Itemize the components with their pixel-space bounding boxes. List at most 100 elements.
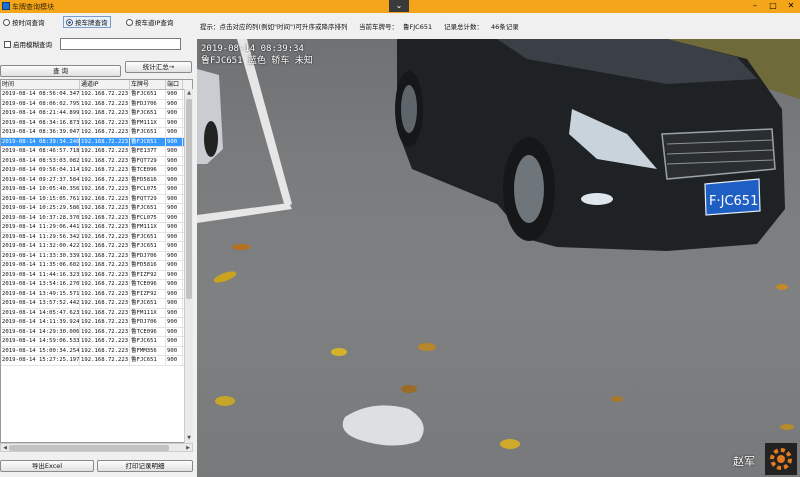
cell-plate: 鲁FDJ706	[130, 251, 166, 260]
cell-ip: 192.168.72.223	[81, 185, 130, 194]
table-vertical-scrollbar[interactable]: ▲ ▼	[184, 89, 193, 443]
cell-time: 2019-08-14 15:27:25.197	[2, 356, 80, 365]
cell-time: 2019-08-14 09:56:04.114	[2, 166, 80, 175]
scroll-right-icon[interactable]: ▶	[184, 444, 192, 452]
cell-port: 900	[166, 327, 183, 336]
table-row[interactable]: 2019-08-14 10:15:05.761 192.168.72.223 鲁FQ…	[1, 194, 192, 204]
table-row[interactable]: 2019-08-14 08:06:02.795 192.168.72.223 鲁FD…	[1, 99, 192, 109]
scroll-down-icon[interactable]: ▼	[185, 434, 193, 443]
table-row[interactable]: 2019-08-14 10:05:40.356 192.168.72.223 鲁FC…	[1, 185, 192, 195]
table-horizontal-scrollbar[interactable]: ◀ ▶	[0, 443, 193, 452]
table-row[interactable]: 2019-08-14 11:35:06.602 192.168.72.223 鲁FD…	[1, 261, 192, 271]
col-header-plate[interactable]: 车牌号	[130, 80, 166, 89]
cell-ip: 192.168.72.223	[81, 318, 130, 327]
table-row[interactable]: 2019-08-14 11:29:56.342 192.168.72.223 鲁FJ…	[1, 232, 192, 242]
cell-ip: 192.168.72.223	[81, 270, 130, 279]
table-row[interactable]: 2019-08-14 08:39:34.240 192.168.72.223 鲁FJ…	[1, 137, 192, 147]
table-row[interactable]: 2019-08-14 11:33:30.339 192.168.72.223 鲁FD…	[1, 251, 192, 261]
table-row[interactable]: 2019-08-14 08:36:39.047 192.168.72.223 鲁FJ…	[1, 128, 192, 138]
table-row[interactable]: 2019-08-14 14:29:30.006 192.168.72.223 鲁TC…	[1, 327, 192, 337]
table-row[interactable]: 2019-08-14 15:00:34.254 192.168.72.223 鲁FM…	[1, 346, 192, 356]
table-row[interactable]: 2019-08-14 10:37:28.370 192.168.72.223 鲁FC…	[1, 213, 192, 223]
radio-label: 按车道IP查询	[135, 19, 174, 27]
cell-plate: 鲁FDJ706	[130, 318, 166, 327]
info-bar: 提示：点击对应的列(例如"时间")可升序或降序排列 当前车牌号： 鲁FJC651…	[197, 13, 800, 39]
maximize-icon[interactable]: □	[764, 0, 782, 12]
cell-port: 900	[166, 118, 183, 127]
cell-ip: 192.168.72.223	[81, 175, 130, 184]
cell-ip: 192.168.72.223	[81, 232, 130, 241]
table-row[interactable]: 2019-08-14 09:27:37.584 192.168.72.223 鲁FD…	[1, 175, 192, 185]
cell-port: 900	[166, 299, 183, 308]
table-row[interactable]: 2019-08-14 14:05:47.623 192.168.72.223 鲁FM…	[1, 308, 192, 318]
scrollbar-thumb[interactable]	[9, 445, 169, 451]
leaf	[418, 343, 436, 351]
cell-time: 2019-08-14 08:34:16.873	[2, 118, 80, 127]
col-header-port[interactable]: 端口	[166, 80, 183, 89]
print-records-button[interactable]: 打印记录明细	[97, 460, 193, 472]
table-row[interactable]: 2019-08-14 14:11:39.924 192.168.72.223 鲁FD…	[1, 318, 192, 328]
chevron-down-icon[interactable]: ⌄	[389, 0, 409, 12]
cell-time: 2019-08-14 13:49:15.571	[2, 289, 80, 298]
close-icon[interactable]: ✕	[782, 0, 800, 12]
cell-port: 900	[166, 251, 183, 260]
table-row[interactable]: 2019-08-14 11:29:06.441 192.168.72.223 鲁FM…	[1, 223, 192, 233]
table-row[interactable]: 2019-08-14 09:56:04.114 192.168.72.223 鲁TC…	[1, 166, 192, 176]
minimize-icon[interactable]: –	[746, 0, 764, 12]
cell-ip: 192.168.72.223	[81, 327, 130, 336]
cell-plate: 鲁FIZF92	[130, 289, 166, 298]
cell-plate: 鲁FIZF92	[130, 270, 166, 279]
cell-time: 2019-08-14 10:15:05.761	[2, 194, 80, 203]
table-row[interactable]: 2019-08-14 08:34:16.873 192.168.72.223 鲁FM…	[1, 118, 192, 128]
table-row[interactable]: 2019-08-14 08:53:03.082 192.168.72.223 鲁FQ…	[1, 156, 192, 166]
radio-query-by-time[interactable]: 按时间查询	[1, 16, 47, 28]
table-row[interactable]: 2019-08-14 11:44:16.323 192.168.72.223 鲁FI…	[1, 270, 192, 280]
table-row[interactable]: 2019-08-14 10:25:29.586 192.168.72.223 鲁FJ…	[1, 204, 192, 214]
cell-port: 900	[166, 242, 183, 251]
col-header-time[interactable]: 时间	[1, 80, 80, 89]
query-button[interactable]: 查 询	[0, 65, 121, 77]
cell-time: 2019-08-14 08:21:44.899	[2, 109, 80, 118]
col-header-ip[interactable]: 通道IP	[80, 80, 130, 89]
scrollbar-thumb[interactable]	[186, 99, 192, 299]
radio-query-by-ip[interactable]: 按车道IP查询	[124, 16, 175, 28]
scroll-left-icon[interactable]: ◀	[1, 444, 9, 452]
cell-plate: 鲁FD5816	[130, 175, 166, 184]
table-row[interactable]: 2019-08-14 13:57:52.442 192.168.72.223 鲁FJ…	[1, 299, 192, 309]
radio-query-by-plate[interactable]: 按车牌查询	[63, 16, 111, 28]
cell-plate: 鲁TCE096	[130, 166, 166, 175]
leaf	[780, 424, 794, 430]
cell-time: 2019-08-14 14:29:30.006	[2, 327, 80, 336]
cell-ip: 192.168.72.223	[81, 280, 130, 289]
cell-plate: 鲁FD5816	[130, 261, 166, 270]
scroll-up-icon[interactable]: ▲	[185, 89, 193, 98]
stats-summary-button[interactable]: 统计汇总→	[125, 61, 192, 73]
cell-time: 2019-08-14 08:06:02.795	[2, 99, 80, 108]
cell-ip: 192.168.72.223	[81, 337, 130, 346]
table-row[interactable]: 2019-08-14 08:56:04.347 192.168.72.223 鲁FJ…	[1, 90, 192, 100]
table-row[interactable]: 2019-08-14 15:27:25.197 192.168.72.223 鲁FJ…	[1, 356, 192, 366]
cell-plate: 鲁FJC651	[130, 137, 166, 146]
cell-port: 900	[166, 90, 183, 99]
cell-time: 2019-08-14 08:53:03.082	[2, 156, 80, 165]
table-row[interactable]: 2019-08-14 13:54:16.270 192.168.72.223 鲁TC…	[1, 280, 192, 290]
table-row[interactable]: 2019-08-14 11:32:00.422 192.168.72.223 鲁FJ…	[1, 242, 192, 252]
table-row[interactable]: 2019-08-14 08:46:57.718 192.168.72.223 鲁FE…	[1, 147, 192, 157]
table-row[interactable]: 2019-08-14 08:21:44.899 192.168.72.223 鲁FJ…	[1, 109, 192, 119]
cell-ip: 192.168.72.223	[81, 137, 130, 146]
cell-plate: 鲁FE137T	[130, 147, 166, 156]
detail-panel: 提示：点击对应的列(例如"时间")可升序或降序排列 当前车牌号： 鲁FJC651…	[197, 13, 800, 477]
current-plate-value: 鲁FJC651	[403, 23, 433, 31]
table-row[interactable]: 2019-08-14 13:49:15.571 192.168.72.223 鲁FI…	[1, 289, 192, 299]
wheel-rim	[514, 155, 544, 223]
cell-plate: 鲁FM111X	[130, 308, 166, 317]
fuzzy-query-input[interactable]	[60, 38, 181, 50]
cell-port: 900	[166, 137, 183, 146]
cell-plate: 鲁FMM356	[130, 346, 166, 355]
overlay-timestamp: 2019-08-14 08:39:34	[201, 44, 304, 54]
export-excel-button[interactable]: 导出Excel	[0, 460, 94, 472]
capture-photo: F·JC651 2019-08-14 08:39:34 鲁FJC651 蓝色 轿车…	[197, 39, 800, 477]
cell-plate: 鲁FJC651	[130, 337, 166, 346]
fuzzy-query-checkbox[interactable]: 启用模糊查询	[4, 39, 52, 49]
table-row[interactable]: 2019-08-14 14:59:06.533 192.168.72.223 鲁FJ…	[1, 337, 192, 347]
